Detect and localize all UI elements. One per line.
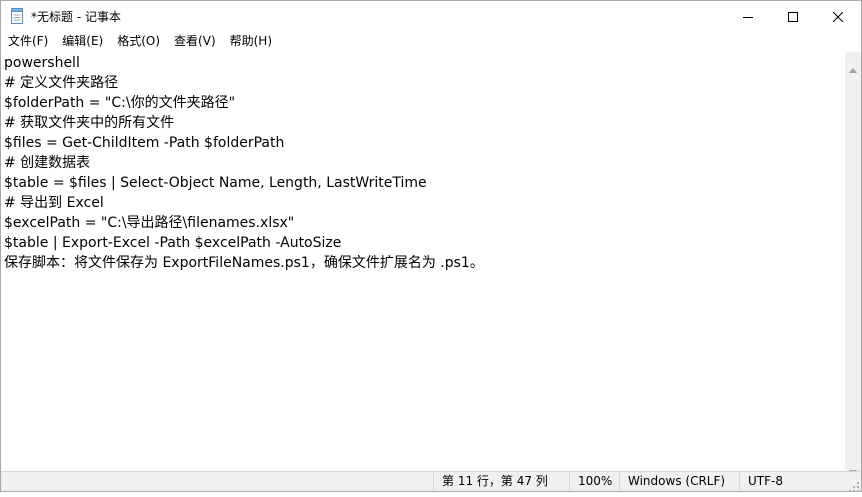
editor-line: $folderPath = "C:\你的文件夹路径" [4,95,236,111]
notepad-icon [10,8,24,24]
editor-line: # 导出到 Excel [4,195,104,211]
menu-edit[interactable]: 编辑(E) [55,32,110,51]
status-zoom: 100% [569,472,619,491]
scroll-up-arrow-icon[interactable] [849,58,857,77]
editor-line: $excelPath = "C:\导出路径\filenames.xlsx" [4,215,295,231]
title-bar[interactable]: *无标题 - 记事本 [1,1,861,32]
menu-bar: 文件(F) 编辑(E) 格式(O) 查看(V) 帮助(H) [1,32,861,51]
window-title: *无标题 - 记事本 [31,10,121,24]
status-bar: 第 11 行，第 47 列 100% Windows (CRLF) UTF-8 [1,471,861,492]
menu-format[interactable]: 格式(O) [110,32,167,51]
editor-line: $table = $files | Select-Object Name, Le… [4,175,427,191]
status-line-ending: Windows (CRLF) [619,472,739,491]
editor-line: $table | Export-Excel -Path $excelPath -… [4,235,342,251]
status-cursor-position: 第 11 行，第 47 列 [433,472,569,491]
text-editor[interactable]: powershell # 定义文件夹路径 $folderPath = "C:\你… [1,52,845,471]
status-encoding: UTF-8 [739,472,847,491]
maximize-icon [788,7,798,26]
editor-line: # 定义文件夹路径 [4,75,119,91]
menu-view[interactable]: 查看(V) [167,32,223,51]
editor-line: # 获取文件夹中的所有文件 [4,115,175,131]
editor-line: # 创建数据表 [4,155,91,171]
close-button[interactable] [815,1,861,32]
editor-line: $files = Get-ChildItem -Path $folderPath [4,135,285,151]
size-grip-icon[interactable] [848,478,860,492]
vertical-scrollbar[interactable] [845,52,861,475]
editor-line: 保存脚本：将文件保存为 ExportFileNames.ps1，确保文件扩展名为… [4,255,484,271]
editor-line: powershell [4,55,80,71]
maximize-button[interactable] [770,1,816,32]
minimize-icon [743,7,753,26]
minimize-button[interactable] [725,1,771,32]
close-icon [832,7,844,26]
menu-file[interactable]: 文件(F) [1,32,55,51]
menu-help[interactable]: 帮助(H) [223,32,279,51]
